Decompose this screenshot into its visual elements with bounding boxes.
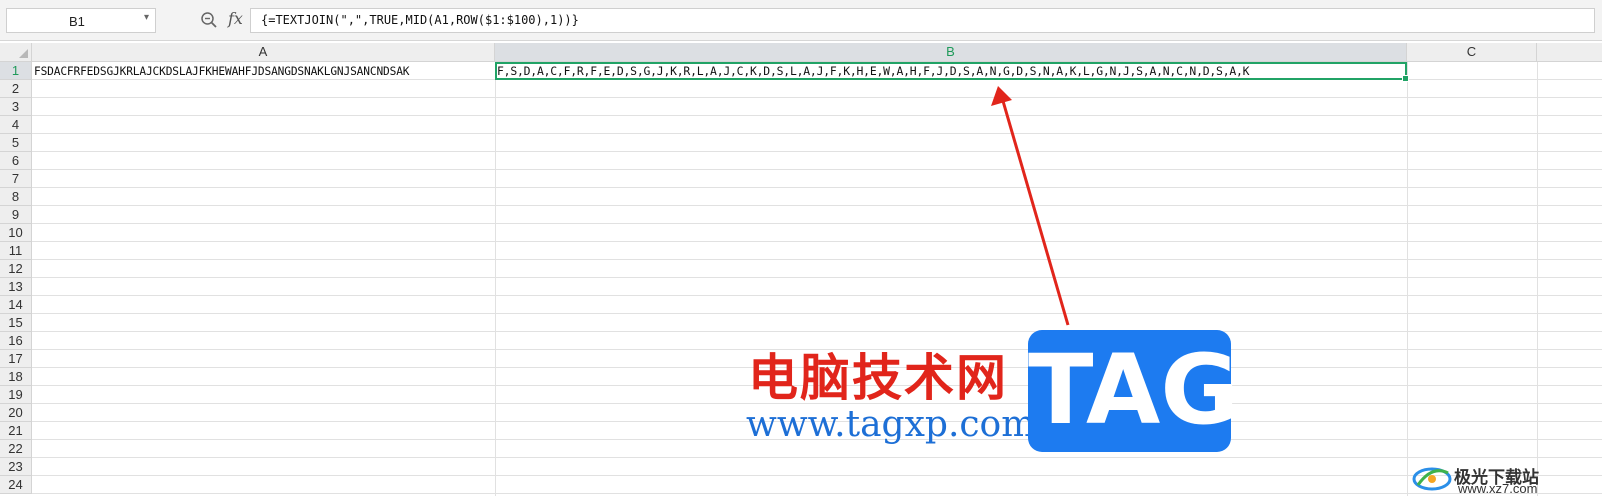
gridline-row bbox=[32, 313, 1602, 314]
row-header[interactable]: 14 bbox=[0, 296, 32, 314]
gridline-row bbox=[32, 259, 1602, 260]
row-header[interactable]: 24 bbox=[0, 476, 32, 494]
name-box-value: B1 bbox=[69, 14, 85, 29]
fx-icon[interactable]: fx bbox=[228, 9, 243, 28]
formula-bar: B1 ▾ fx {=TEXTJOIN(",",TRUE,MID(A1,ROW($… bbox=[0, 0, 1602, 41]
select-all-icon bbox=[19, 49, 28, 58]
watermark-tag-text: TAG bbox=[1028, 334, 1240, 446]
gridline-row bbox=[32, 277, 1602, 278]
row-header[interactable]: 16 bbox=[0, 332, 32, 350]
row-header[interactable]: 12 bbox=[0, 260, 32, 278]
row-header[interactable]: 11 bbox=[0, 242, 32, 260]
row-header[interactable]: 4 bbox=[0, 116, 32, 134]
zoom-icon[interactable] bbox=[200, 11, 218, 29]
row-header[interactable]: 18 bbox=[0, 368, 32, 386]
row-header[interactable]: 22 bbox=[0, 440, 32, 458]
row-header[interactable]: 19 bbox=[0, 386, 32, 404]
gridline-row bbox=[32, 205, 1602, 206]
row-header[interactable]: 2 bbox=[0, 80, 32, 98]
row-header[interactable]: 13 bbox=[0, 278, 32, 296]
row-header[interactable]: 5 bbox=[0, 134, 32, 152]
row-header[interactable]: 21 bbox=[0, 422, 32, 440]
gridline-row bbox=[32, 115, 1602, 116]
name-box[interactable]: B1 ▾ bbox=[6, 8, 156, 33]
row-header[interactable]: 1 bbox=[0, 62, 32, 80]
gridline-row bbox=[32, 457, 1602, 458]
gridline-row bbox=[32, 223, 1602, 224]
gridline-column bbox=[1537, 62, 1538, 496]
cell-a1[interactable]: FSDACFRFEDSGJKRLAJCKDSLAJFKHEWAHFJDSANGD… bbox=[34, 62, 410, 80]
gridline-row bbox=[32, 151, 1602, 152]
row-header[interactable]: 6 bbox=[0, 152, 32, 170]
aurora-logo-icon bbox=[1412, 467, 1452, 491]
row-header[interactable]: 15 bbox=[0, 314, 32, 332]
gridline-row bbox=[32, 241, 1602, 242]
watermark-tag-logo: TAG bbox=[1028, 330, 1240, 452]
gridline-row bbox=[32, 133, 1602, 134]
row-header[interactable]: 3 bbox=[0, 98, 32, 116]
watermark-site-url: www.tagxp.com bbox=[746, 404, 1036, 445]
row-header[interactable]: 10 bbox=[0, 224, 32, 242]
row-header[interactable]: 7 bbox=[0, 170, 32, 188]
column-header-b[interactable]: B bbox=[495, 43, 1407, 62]
row-header[interactable]: 9 bbox=[0, 206, 32, 224]
gridline-row bbox=[32, 331, 1602, 332]
column-header-c[interactable]: C bbox=[1407, 43, 1537, 62]
cell-b1-selected[interactable]: F,S,D,A,C,F,R,F,E,D,S,G,J,K,R,L,A,J,C,K,… bbox=[495, 62, 1409, 82]
gridline-row bbox=[32, 169, 1602, 170]
row-header[interactable]: 8 bbox=[0, 188, 32, 206]
watermark-badge-url: www.xz7.com bbox=[1458, 481, 1538, 496]
watermark-site-name: 电脑技术网 bbox=[748, 349, 1008, 407]
row-header[interactable]: 20 bbox=[0, 404, 32, 422]
formula-input[interactable]: {=TEXTJOIN(",",TRUE,MID(A1,ROW($1:$100),… bbox=[250, 8, 1595, 33]
gridline-row bbox=[32, 97, 1602, 98]
column-header-blank[interactable] bbox=[1537, 43, 1602, 62]
gridline-column bbox=[1407, 62, 1408, 496]
gridline-column bbox=[495, 62, 496, 496]
fill-handle[interactable] bbox=[1402, 75, 1409, 82]
gridline-row bbox=[32, 475, 1602, 476]
row-header[interactable]: 17 bbox=[0, 350, 32, 368]
chevron-down-icon[interactable]: ▾ bbox=[144, 12, 149, 23]
column-header-a[interactable]: A bbox=[32, 43, 495, 62]
formula-text: {=TEXTJOIN(",",TRUE,MID(A1,ROW($1:$100),… bbox=[261, 13, 579, 27]
gridline-row bbox=[32, 493, 1602, 494]
select-all-corner[interactable] bbox=[0, 43, 32, 62]
gridline-row bbox=[32, 295, 1602, 296]
cell-b1-value: F,S,D,A,C,F,R,F,E,D,S,G,J,K,R,L,A,J,C,K,… bbox=[497, 64, 1250, 78]
gridline-row bbox=[32, 187, 1602, 188]
row-header[interactable]: 23 bbox=[0, 458, 32, 476]
